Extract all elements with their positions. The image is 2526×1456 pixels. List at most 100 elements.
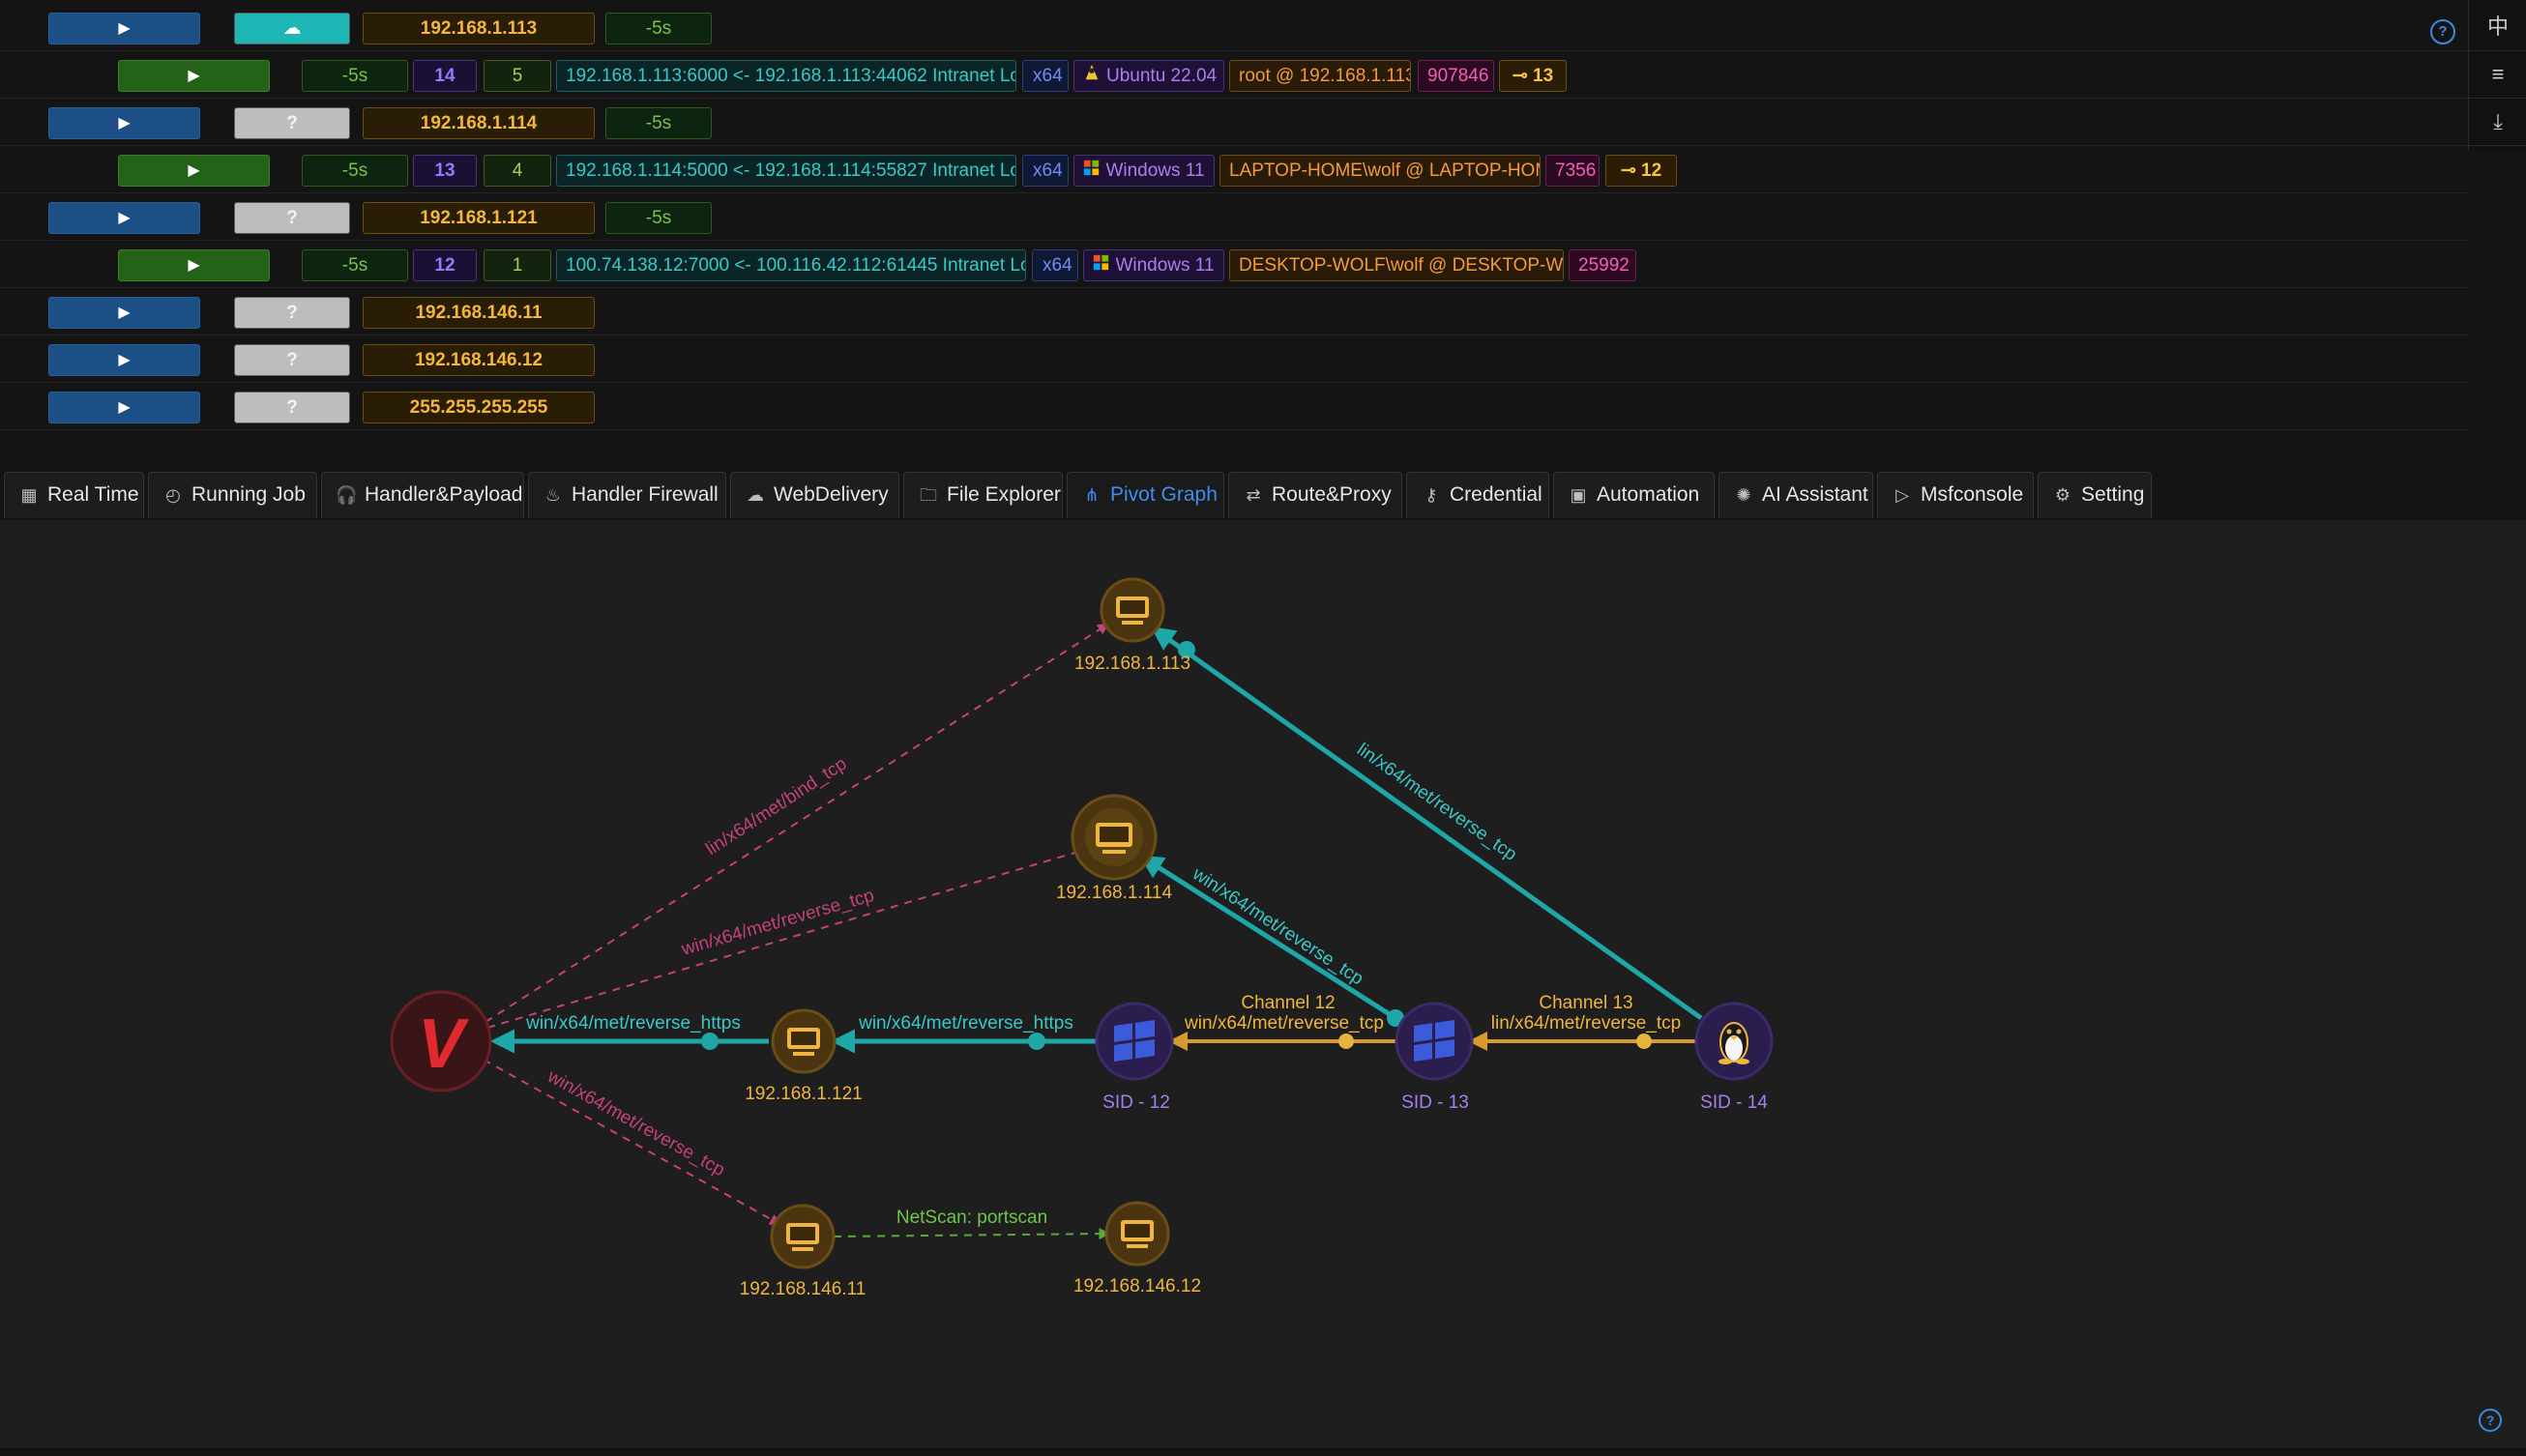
- session-os: Windows 11: [1083, 249, 1224, 281]
- folder-icon: 🗀: [920, 485, 937, 505]
- session-node-14[interactable]: SID - 14: [1694, 1002, 1774, 1113]
- edge-label: win/x64/met/reverse_tcp: [543, 1066, 728, 1181]
- expand-button[interactable]: ▶: [48, 344, 200, 376]
- gear-icon: ⚙: [2054, 485, 2071, 505]
- node-label: SID - 12: [1102, 1092, 1170, 1113]
- edge-label: lin/x64/met/bind_tcp: [702, 754, 850, 860]
- terminal-icon: ▷: [1895, 485, 1909, 505]
- tab-running-job[interactable]: ◴ Running Job: [148, 472, 317, 518]
- viper-node[interactable]: V: [390, 990, 492, 1092]
- session-os: Windows 11: [1073, 155, 1215, 187]
- edge-bind-tcp: [485, 623, 1110, 1023]
- windows-icon: [1093, 250, 1109, 280]
- host-ip: 192.168.146.11: [363, 297, 595, 329]
- host-node-114[interactable]: 192.168.1.114: [1056, 794, 1173, 903]
- host-row[interactable]: ▶ ? 192.168.1.114 -5s: [0, 99, 2468, 146]
- host-node-121[interactable]: 192.168.1.121: [745, 1008, 863, 1104]
- host-node-146-11[interactable]: 192.168.146.11: [740, 1204, 866, 1299]
- tab-msfconsole[interactable]: ▷ Msfconsole: [1877, 472, 2034, 518]
- host-ip: 192.168.1.113: [363, 13, 595, 44]
- host-ip: 255.255.255.255: [363, 392, 595, 423]
- node-label: 192.168.1.121: [745, 1084, 863, 1104]
- edge-reverse-tcp-146: [483, 1059, 782, 1226]
- fire-icon: ♨: [544, 485, 562, 505]
- tab-webdelivery[interactable]: ☁ WebDelivery: [730, 472, 899, 518]
- right-toolbar: 中 ≡ ⤓: [2468, 0, 2526, 150]
- expand-button[interactable]: ▶: [48, 13, 200, 44]
- expand-button[interactable]: ▶: [48, 297, 200, 329]
- host-os-badge: ?: [234, 297, 350, 329]
- session-row[interactable]: ▶ -5s 13 4 192.168.1.114:5000 <- 192.168…: [0, 146, 2468, 193]
- session-pid: 25992: [1569, 249, 1636, 281]
- expand-button[interactable]: ▶: [48, 107, 200, 139]
- edge-label: Channel 12: [1241, 993, 1335, 1013]
- host-heartbeat: -5s: [605, 107, 712, 139]
- session-user: root @ 192.168.1.113: [1229, 60, 1411, 92]
- dashboard-icon: ▦: [20, 485, 38, 505]
- tab-ai-assistant[interactable]: ✺ AI Assistant: [1718, 472, 1873, 518]
- session-row[interactable]: ▶ -5s 12 1 100.74.138.12:7000 <- 100.116…: [0, 241, 2468, 288]
- session-pid: 907846: [1418, 60, 1494, 92]
- pivot-graph-canvas[interactable]: lin/x64/met/bind_tcp win/x64/met/reverse…: [0, 520, 2526, 1448]
- help-icon[interactable]: ?: [2479, 1409, 2502, 1432]
- tab-pivot-graph[interactable]: ⋔ Pivot Graph: [1067, 472, 1224, 518]
- expand-button[interactable]: ▶: [48, 202, 200, 234]
- edge-label: win/x64/met/reverse_https: [525, 1013, 741, 1034]
- session-id: 14: [413, 60, 477, 92]
- tab-label: Handler&Payload: [365, 483, 523, 506]
- host-os-badge: ?: [234, 344, 350, 376]
- session-pid: 7356: [1545, 155, 1600, 187]
- session-heartbeat: -5s: [302, 249, 408, 281]
- tab-handler-firewall[interactable]: ♨ Handler Firewall: [528, 472, 726, 518]
- tab-real-time[interactable]: ▦ Real Time: [4, 472, 144, 518]
- viper-logo-icon: V: [418, 1005, 470, 1083]
- host-heartbeat: -5s: [605, 13, 712, 44]
- tab-label: Running Job: [191, 483, 306, 506]
- edge-label: Channel 13: [1539, 993, 1632, 1013]
- tab-setting[interactable]: ⚙ Setting: [2038, 472, 2152, 518]
- tab-label: Msfconsole: [1921, 483, 2024, 506]
- tab-handler-payload[interactable]: 🎧 Handler&Payload: [321, 472, 524, 518]
- host-heartbeat: -5s: [605, 202, 712, 234]
- session-tunnel: 192.168.1.114:5000 <- 192.168.1.114:5582…: [556, 155, 1016, 187]
- host-row[interactable]: ▶ ? 255.255.255.255: [0, 383, 2468, 430]
- session-arch: x64: [1022, 60, 1069, 92]
- session-os: Ubuntu 22.04: [1073, 60, 1224, 92]
- question-icon: ?: [286, 113, 298, 133]
- session-id: 12: [413, 249, 477, 281]
- session-node-13[interactable]: SID - 13: [1395, 1002, 1474, 1113]
- session-expand-button[interactable]: ▶: [118, 60, 270, 92]
- robot-icon: ▣: [1570, 485, 1587, 505]
- host-row[interactable]: ▶ ? 192.168.146.11: [0, 288, 2468, 335]
- host-row[interactable]: ▶ ☁ 192.168.1.113 -5s: [0, 4, 2468, 51]
- host-node-146-12[interactable]: 192.168.146.12: [1073, 1201, 1201, 1296]
- host-os-badge: ?: [234, 107, 350, 139]
- tab-bar: ▦ Real Time ◴ Running Job 🎧 Handler&Payload…: [0, 470, 2526, 521]
- session-node-12[interactable]: SID - 12: [1095, 1002, 1174, 1113]
- headset-icon: 🎧: [336, 485, 358, 505]
- session-row[interactable]: ▶ -5s 14 5 192.168.1.113:6000 <- 192.168…: [0, 51, 2468, 99]
- compress-icon[interactable]: ⤓: [2469, 99, 2526, 146]
- latency-value: 13: [1533, 66, 1554, 86]
- session-expand-button[interactable]: ▶: [118, 155, 270, 187]
- menu-lines-icon[interactable]: ≡: [2469, 51, 2526, 99]
- edge-flow-dot: [1636, 1034, 1652, 1049]
- tab-label: WebDelivery: [774, 483, 889, 506]
- expand-button[interactable]: ▶: [48, 392, 200, 423]
- edge-label: win/x64/met/reverse_tcp: [679, 886, 877, 960]
- host-row[interactable]: ▶ ? 192.168.1.121 -5s: [0, 193, 2468, 241]
- tab-credential[interactable]: ⚷ Credential: [1406, 472, 1549, 518]
- tab-label: Handler Firewall: [572, 483, 719, 506]
- host-node-113[interactable]: 192.168.1.113: [1074, 577, 1190, 674]
- tab-automation[interactable]: ▣ Automation: [1553, 472, 1715, 518]
- host-row[interactable]: ▶ ? 192.168.146.12: [0, 335, 2468, 383]
- chinese-lang-icon[interactable]: 中: [2469, 4, 2526, 51]
- tab-file-explorer[interactable]: 🗀 File Explorer: [903, 472, 1063, 518]
- session-latency: ⊸ 12: [1605, 155, 1677, 187]
- cloud-icon: ☁: [747, 485, 764, 505]
- edge-label: win/x64/met/reverse_tcp: [1184, 1013, 1384, 1034]
- tab-route-proxy[interactable]: ⇄ Route&Proxy: [1228, 472, 1402, 518]
- help-icon[interactable]: ?: [2430, 19, 2455, 44]
- route-icon: ⇄: [1246, 485, 1261, 505]
- session-expand-button[interactable]: ▶: [118, 249, 270, 281]
